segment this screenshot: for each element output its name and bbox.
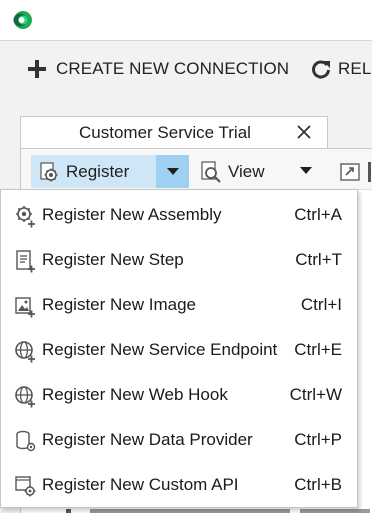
menu-item-shortcut: Ctrl+A (294, 205, 342, 224)
menu-item-label: Register New Assembly (42, 205, 222, 224)
custom-api-icon (15, 476, 36, 497)
menu-item-register-new-service-endpoint[interactable]: Register New Service Endpoint Ctrl+E (1, 327, 357, 372)
export-icon[interactable] (340, 160, 372, 184)
main-toolbar: CREATE NEW CONNECTION RELO (0, 41, 372, 97)
view-magnifier-icon (201, 161, 221, 183)
menu-item-register-new-step[interactable]: Register New Step Ctrl+T (1, 237, 357, 282)
web-hook-globe-icon (15, 386, 35, 408)
menu-item-label: Register New Data Provider (42, 430, 253, 449)
tab-customer-service-trial[interactable]: Customer Service Trial (20, 116, 328, 149)
menu-item-label: Register New Image (42, 295, 197, 314)
service-endpoint-globe-icon (15, 341, 35, 363)
register-button[interactable]: Register (31, 155, 156, 188)
reload-button[interactable]: RELO (310, 57, 372, 81)
register-label: Register (66, 161, 130, 181)
app-window: CREATE NEW CONNECTION RELO Customer Serv… (0, 0, 372, 513)
register-dropdown-button[interactable] (156, 155, 189, 188)
menu-item-register-new-assembly[interactable]: Register New Assembly Ctrl+A (1, 192, 357, 237)
create-new-connection-button[interactable]: CREATE NEW CONNECTION (26, 57, 289, 81)
caret-down-icon (166, 167, 179, 175)
menu-item-label: Register New Service Endpoint (42, 340, 278, 359)
menu-item-shortcut: Ctrl+I (300, 295, 342, 314)
register-dropdown-menu: Register New Assembly Ctrl+A Register Ne… (0, 189, 358, 508)
image-icon (15, 297, 35, 318)
close-icon[interactable] (296, 124, 312, 140)
view-button[interactable]: View (199, 158, 265, 186)
title-bar (0, 0, 372, 41)
tab-title: Customer Service Trial (79, 123, 251, 142)
register-gear-icon (40, 161, 58, 181)
menu-item-shortcut: Ctrl+T (295, 250, 342, 269)
menu-item-shortcut: Ctrl+E (294, 340, 342, 359)
view-label: View (228, 162, 265, 181)
menu-item-register-new-web-hook[interactable]: Register New Web Hook Ctrl+W (1, 372, 357, 417)
menu-item-shortcut: Ctrl+P (294, 430, 342, 449)
step-document-icon (16, 250, 35, 273)
assembly-gear-icon (16, 206, 35, 228)
menu-item-label: Register New Web Hook (42, 385, 228, 404)
menu-item-register-new-image[interactable]: Register New Image Ctrl+I (1, 282, 357, 327)
plus-icon (28, 60, 46, 78)
menu-item-label: Register New Step (42, 250, 184, 269)
data-provider-icon (16, 430, 36, 452)
create-new-connection-label: CREATE NEW CONNECTION (56, 59, 290, 78)
menu-item-shortcut: Ctrl+B (294, 475, 342, 494)
menu-item-register-new-custom-api[interactable]: Register New Custom API Ctrl+B (1, 462, 357, 507)
menu-item-shortcut: Ctrl+W (289, 385, 342, 404)
app-logo-icon (13, 11, 32, 29)
view-caret-down-icon[interactable] (299, 166, 313, 176)
reload-label: RELO (338, 59, 372, 78)
menu-item-register-new-data-provider[interactable]: Register New Data Provider Ctrl+P (1, 417, 357, 462)
reload-icon (312, 60, 330, 79)
menu-item-label: Register New Custom API (42, 475, 239, 494)
